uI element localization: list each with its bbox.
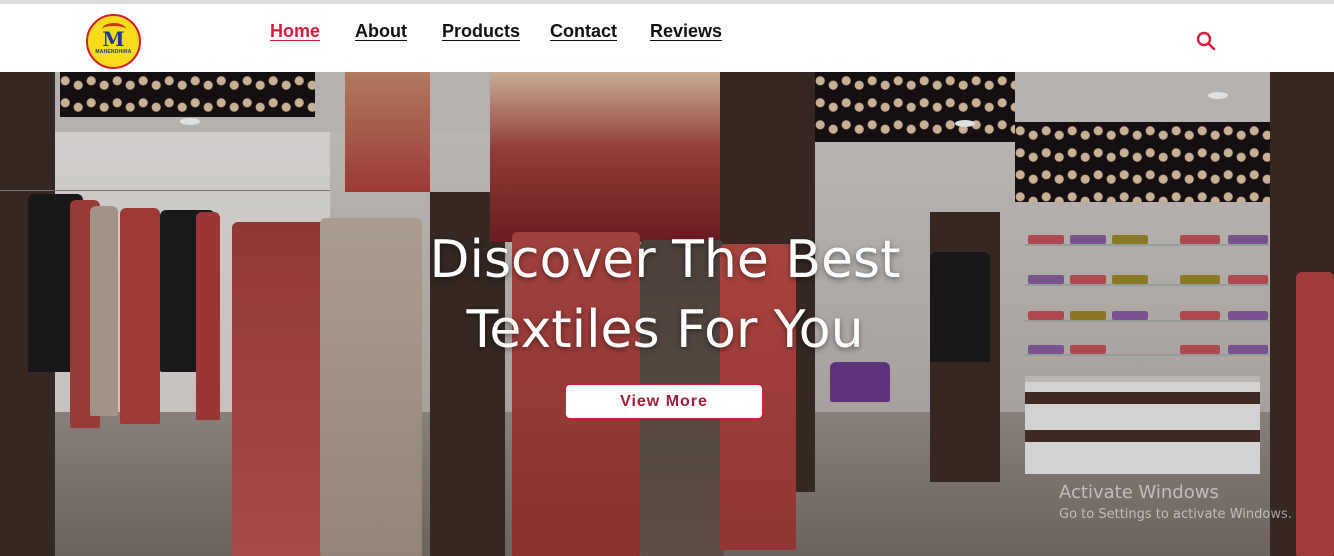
activate-windows-watermark: Activate Windows Go to Settings to activ…	[1059, 482, 1292, 522]
nav-link-reviews[interactable]: Reviews	[650, 21, 722, 42]
brand-logo[interactable]: M MAHENDHIRA	[86, 14, 141, 69]
hero-headline-line-1: Discover The Best	[429, 230, 901, 290]
logo-sun-icon	[102, 23, 126, 36]
logo-text: MAHENDHIRA	[95, 49, 132, 55]
nav-link-about[interactable]: About	[355, 21, 407, 42]
nav-link-products[interactable]: Products	[442, 21, 520, 42]
hero-headline: Discover The Best Textiles For You	[380, 225, 950, 365]
search-icon[interactable]	[1196, 31, 1216, 51]
navbar: M MAHENDHIRA Home About Products Contact…	[0, 4, 1334, 72]
nav-link-home[interactable]: Home	[270, 21, 320, 42]
nav-link-contact[interactable]: Contact	[550, 21, 617, 42]
view-more-button[interactable]: View More	[565, 384, 763, 419]
watermark-title: Activate Windows	[1059, 482, 1219, 503]
hero-headline-line-2: Textiles For You	[466, 300, 864, 360]
watermark-subtitle: Go to Settings to activate Windows.	[1059, 507, 1292, 522]
